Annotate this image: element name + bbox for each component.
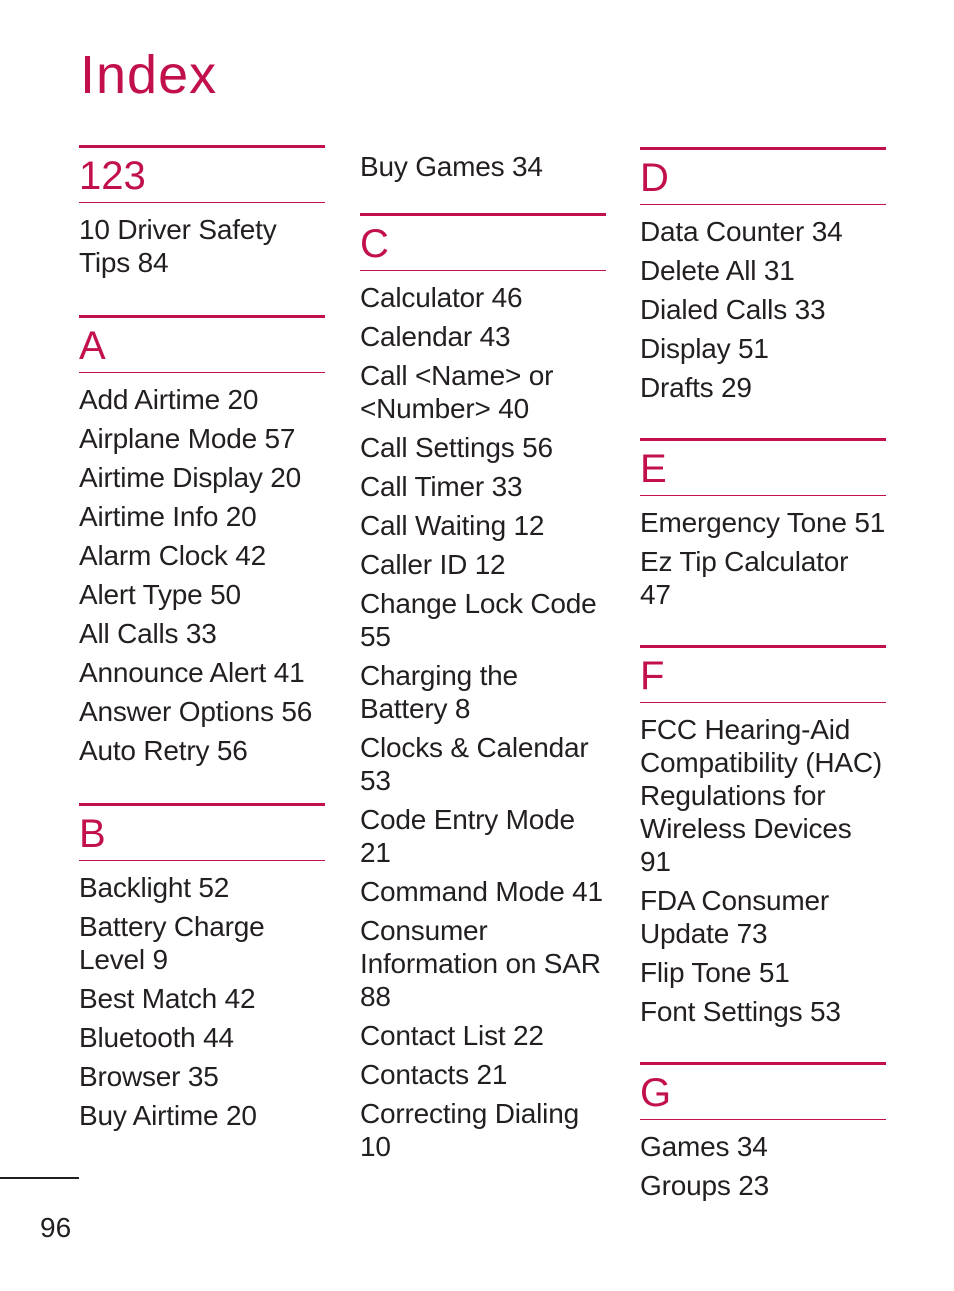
index-entry: Alert Type 50 [79, 579, 241, 610]
index-entry: 10 Driver Safety Tips 84 [79, 214, 277, 278]
index-section: 123 10 Driver Safety Tips 84 [79, 145, 325, 279]
index-entry: Display 51 [640, 333, 769, 364]
index-entry: Airtime Display 20 [79, 462, 302, 493]
page-number: 96 [40, 1212, 72, 1243]
index-entry: Contact List 22 [360, 1020, 544, 1051]
index-section: B Backlight 52 Battery Charge Level 9 Be… [79, 803, 325, 1132]
section-letter: 123 [79, 154, 146, 198]
index-entry: Data Counter 34 [640, 216, 843, 247]
index-entry: Clocks & Calendar 53 [360, 732, 589, 796]
index-entry: Auto Retry 56 [79, 735, 248, 766]
index-entry: Charging the Battery 8 [360, 660, 518, 724]
index-entry: Code Entry Mode 21 [360, 804, 575, 868]
index-entry: Airplane Mode 57 [79, 423, 296, 454]
index-entry: Calculator 46 [360, 282, 523, 313]
index-section: C Calculator 46 Calendar 43 Call <Name> … [360, 213, 606, 1163]
index-entry: Buy Games 34 [360, 151, 543, 182]
index-entry: Command Mode 41 [360, 876, 603, 907]
index-entry: Calendar 43 [360, 321, 511, 352]
index-entry: Delete All 31 [640, 255, 795, 286]
index-entry: Correcting Dialing 10 [360, 1098, 579, 1162]
index-entry: Contacts 21 [360, 1059, 508, 1090]
entry-list: Games 34 Groups 23 [640, 1120, 886, 1202]
index-entry: Font Settings 53 [640, 996, 841, 1027]
entry-list: FCC Hearing-Aid Compatibility (HAC) Regu… [640, 703, 886, 1028]
index-entry: Flip Tone 51 [640, 957, 790, 988]
index-entry: Call Timer 33 [360, 471, 523, 502]
index-entry: Alarm Clock 42 [79, 540, 267, 571]
section-letter: A [79, 324, 106, 368]
entry-list: Calculator 46 Calendar 43 Call <Name> or… [360, 271, 606, 1163]
index-entry: Browser 35 [79, 1061, 219, 1092]
index-entry: Emergency Tone 51 [640, 507, 886, 538]
entry-list: 10 Driver Safety Tips 84 [79, 203, 325, 279]
index-entry: Drafts 29 [640, 372, 752, 403]
footer-rule [0, 1177, 79, 1179]
index-entry: Ez Tip Calculator 47 [640, 546, 849, 610]
index-column-3: D Data Counter 34 Delete All 31 Dialed C… [640, 147, 886, 1202]
section-letter: E [640, 447, 667, 491]
index-entry: Backlight 52 [79, 872, 230, 903]
entry-list: Add Airtime 20 Airplane Mode 57 Airtime … [79, 373, 325, 767]
entry-list: Data Counter 34 Delete All 31 Dialed Cal… [640, 205, 886, 404]
index-entry: Call Waiting 12 [360, 510, 545, 541]
index-entry: Best Match 42 [79, 983, 256, 1014]
index-entry: Change Lock Code 55 [360, 588, 597, 652]
index-column-1: 123 10 Driver Safety Tips 84 A Add Airti… [79, 145, 325, 1132]
index-section: G Games 34 Groups 23 [640, 1062, 886, 1202]
index-entry: Buy Airtime 20 [79, 1100, 257, 1131]
entry-list: Backlight 52 Battery Charge Level 9 Best… [79, 861, 325, 1132]
index-entry: Announce Alert 41 [79, 657, 305, 688]
section-letter: B [79, 812, 106, 856]
section-letter: F [640, 654, 665, 698]
index-entry: Dialed Calls 33 [640, 294, 826, 325]
entry-list: Emergency Tone 51 Ez Tip Calculator 47 [640, 496, 886, 611]
index-entry: Caller ID 12 [360, 549, 506, 580]
index-entry: Consumer Information on SAR 88 [360, 915, 601, 1012]
index-section: F FCC Hearing-Aid Compatibility (HAC) Re… [640, 645, 886, 1028]
index-section: E Emergency Tone 51 Ez Tip Calculator 47 [640, 438, 886, 611]
index-entry: All Calls 33 [79, 618, 217, 649]
page-title: Index [80, 45, 218, 105]
index-entry: Battery Charge Level 9 [79, 911, 265, 975]
index-section: D Data Counter 34 Delete All 31 Dialed C… [640, 147, 886, 404]
section-letter: G [640, 1071, 672, 1115]
index-entry: FDA Consumer Update 73 [640, 885, 829, 949]
index-entry: Add Airtime 20 [79, 384, 259, 415]
index-entry: Bluetooth 44 [79, 1022, 234, 1053]
section-letter: C [360, 222, 389, 266]
index-entry: FCC Hearing-Aid Compatibility (HAC) Regu… [640, 714, 883, 877]
index-entry: Answer Options 56 [79, 696, 313, 727]
index-entry: Groups 23 [640, 1170, 769, 1201]
index-column-2: Buy Games 34 C Calculator 46 Calendar 43… [360, 150, 606, 1163]
index-section: A Add Airtime 20 Airplane Mode 57 Airtim… [79, 315, 325, 767]
index-entry: Call Settings 56 [360, 432, 553, 463]
index-entry: Airtime Info 20 [79, 501, 257, 532]
index-entry: Call <Name> or <Number> 40 [360, 360, 554, 424]
index-entry: Games 34 [640, 1131, 768, 1162]
section-letter: D [640, 156, 669, 200]
